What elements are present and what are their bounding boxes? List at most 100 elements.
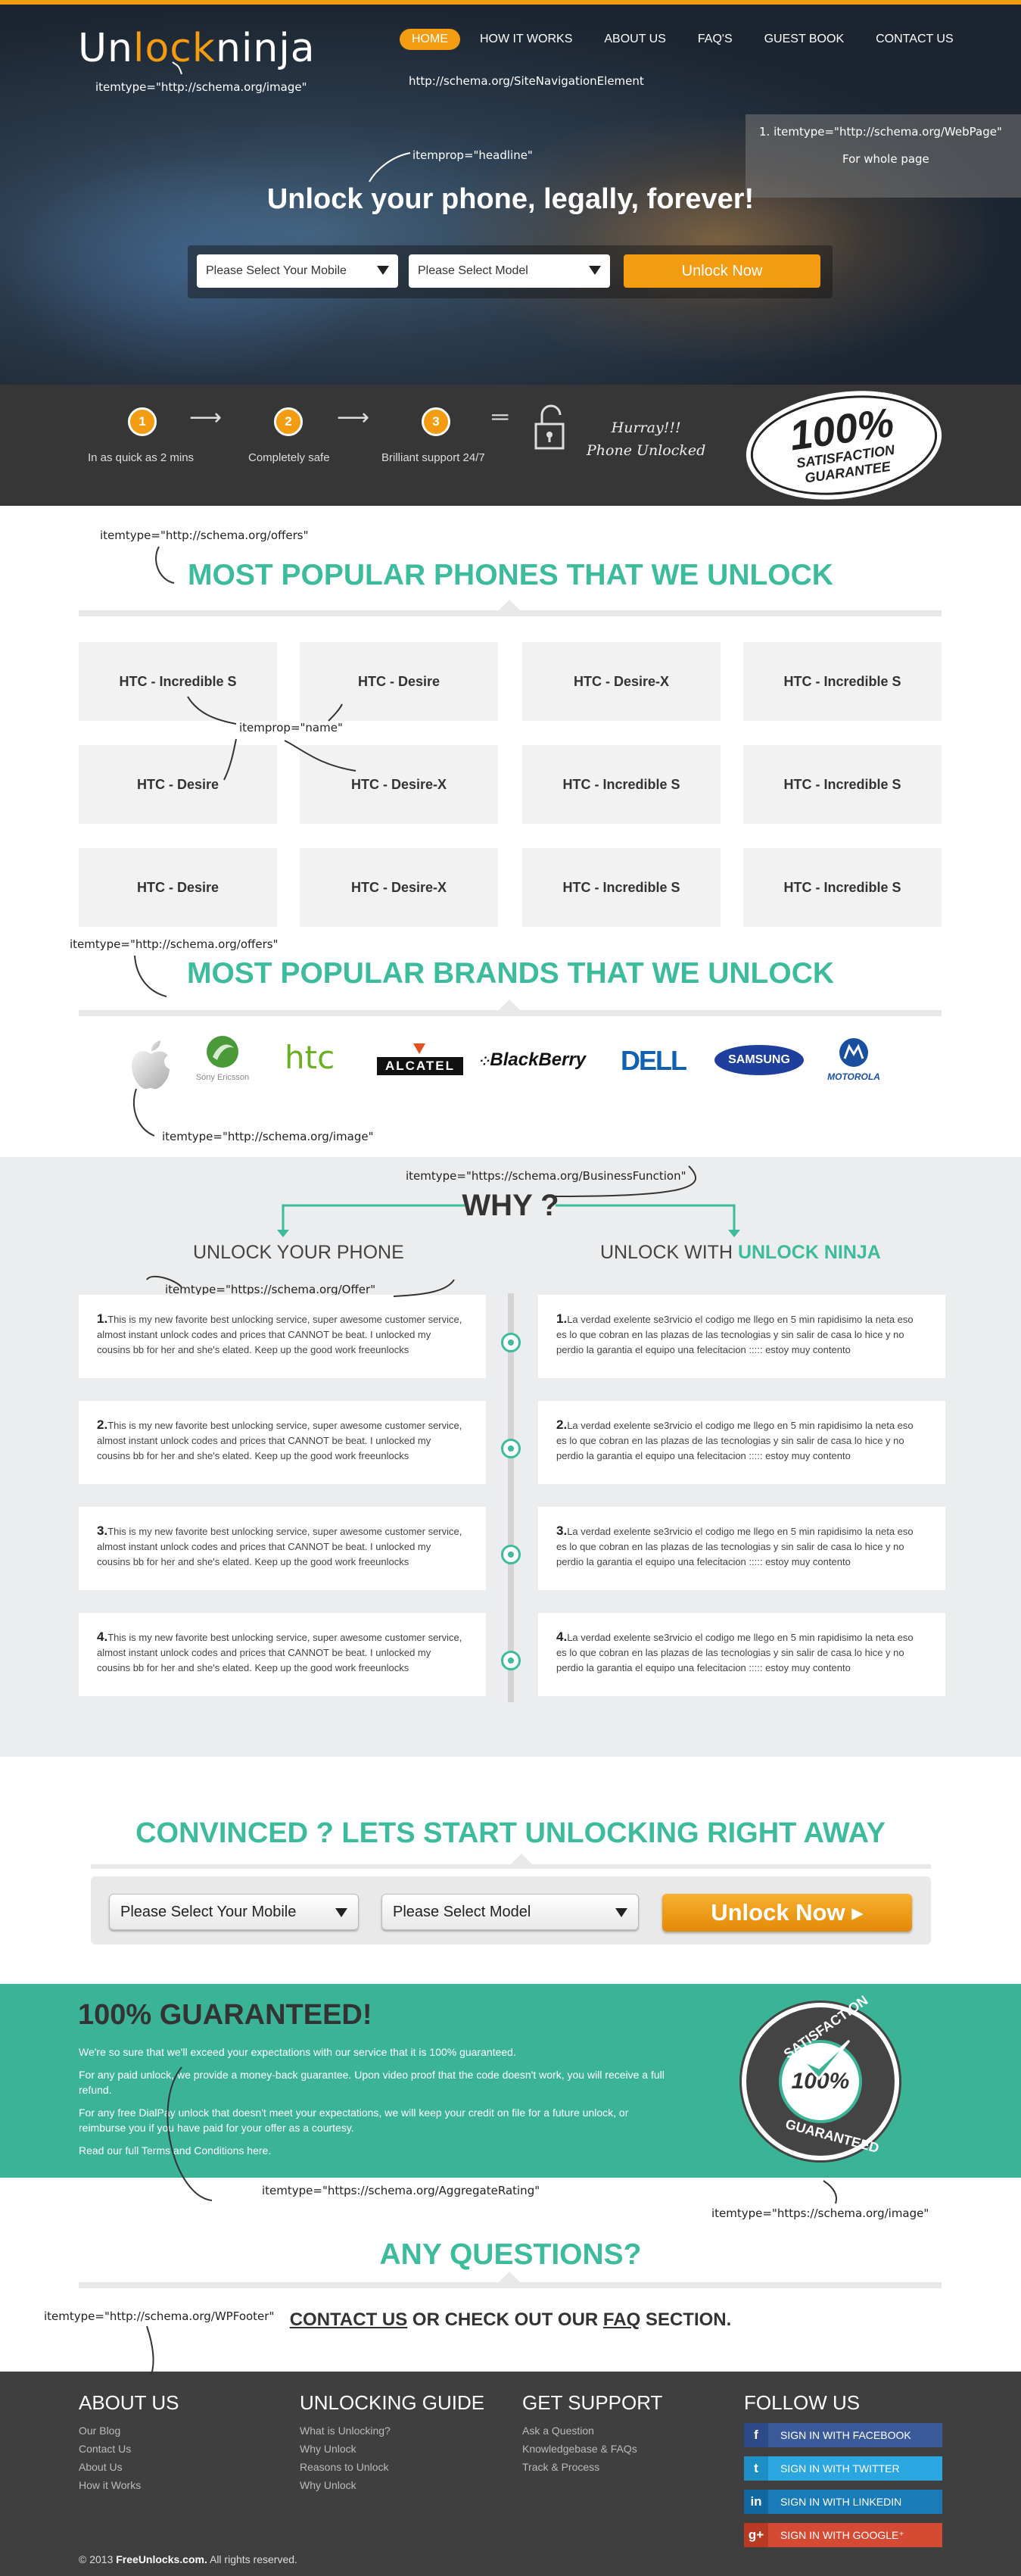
- satisfaction-seal: SATISFACTION 100% GUARANTEED: [742, 1992, 899, 2160]
- equals-icon: ═: [492, 404, 509, 429]
- phones-section-title: MOST POPULAR PHONES THAT WE UNLOCK: [188, 559, 833, 591]
- phone-card[interactable]: HTC - Incredible S: [522, 848, 721, 927]
- annotation-name: itemprop="name": [239, 721, 343, 734]
- alcatel-triangle-icon: [413, 1043, 425, 1054]
- nav-about-us[interactable]: ABOUT US: [592, 29, 678, 50]
- footer-link[interactable]: About Us: [79, 2461, 123, 2473]
- convinced-search-bar: Please Select Your Mobile Please Select …: [91, 1876, 931, 1944]
- section-divider: [79, 1000, 942, 1016]
- guarantee-text: reimburse you if you have paid for your …: [79, 2122, 354, 2134]
- testimonial-text: es lo que cobran en las plazas de las te…: [556, 1329, 904, 1340]
- annotation-webpage: 1. itemtype="http://schema.org/WebPage": [759, 125, 1002, 139]
- guarantee-text: For any paid unlock, we provide a money-…: [79, 2069, 665, 2081]
- samsung-logo[interactable]: SAMSUNG: [714, 1045, 804, 1075]
- unlock-now-button[interactable]: Unlock Now ▸: [662, 1894, 912, 1932]
- linkedin-signin-button[interactable]: in SIGN IN WITH LINKEDIN: [744, 2490, 942, 2514]
- arrow-seal: [823, 2180, 837, 2204]
- nav-guest-book[interactable]: GUEST BOOK: [752, 29, 857, 50]
- unlock-now-button[interactable]: Unlock Now: [624, 254, 820, 288]
- contact-line-text: SECTION.: [640, 2309, 732, 2330]
- step-number: 1: [128, 407, 157, 436]
- nav-how-it-works[interactable]: HOW IT WORKS: [468, 29, 584, 50]
- why-left-heading: UNLOCK YOUR PHONE: [193, 1242, 404, 1263]
- phone-card[interactable]: HTC - Incredible S: [743, 848, 942, 927]
- section-divider: [91, 1854, 931, 1869]
- contact-us-link[interactable]: CONTACT US: [290, 2309, 408, 2330]
- mobile-select[interactable]: Please Select Your Mobile: [197, 254, 398, 288]
- footer-link[interactable]: Reasons to Unlock: [300, 2461, 389, 2473]
- arrow-brand-image: [133, 1088, 155, 1137]
- google-signin-button[interactable]: g+ SIGN IN WITH GOOGLE⁺: [744, 2523, 942, 2547]
- sony-ericsson-logo[interactable]: Sony Ericsson: [192, 1034, 253, 1082]
- terms-link[interactable]: Read our full Terms and Conditions here.: [79, 2143, 722, 2158]
- dell-logo[interactable]: DELL: [621, 1045, 687, 1077]
- testimonial-left: 3.This is my new favorite best unlocking…: [79, 1507, 486, 1590]
- facebook-signin-button[interactable]: f SIGN IN WITH FACEBOOK: [744, 2423, 942, 2447]
- guarantee-paragraph: For any paid unlock, we provide a money-…: [79, 2067, 722, 2097]
- testimonial-text: This is my new favorite best unlocking s…: [107, 1526, 462, 1537]
- linkedin-icon: in: [744, 2490, 768, 2514]
- footer-link[interactable]: How it Works: [79, 2479, 141, 2491]
- testimonial-text: This is my new favorite best unlocking s…: [107, 1314, 462, 1325]
- footer-link[interactable]: Why Unlock: [300, 2479, 356, 2491]
- model-select[interactable]: Please Select Model: [381, 1894, 639, 1930]
- testimonial-text: es lo que cobran en las plazas de las te…: [556, 1435, 904, 1446]
- hero-search-bar: Please Select Your Mobile Please Select …: [188, 245, 833, 298]
- footer-guide-title: UNLOCKING GUIDE: [300, 2391, 485, 2414]
- why-title: WHY ?: [462, 1189, 559, 1222]
- phone-card[interactable]: HTC - Incredible S: [522, 745, 721, 824]
- site-logo[interactable]: Unlockninja: [78, 26, 316, 71]
- satisfaction-guarantee-badge: 100% SATISFACTION GUARANTEE: [739, 379, 949, 512]
- step-label: Brilliant support 24/7: [381, 451, 485, 464]
- model-select[interactable]: Please Select Model: [409, 254, 610, 288]
- apple-logo-icon[interactable]: [127, 1039, 174, 1092]
- phone-card[interactable]: HTC - Incredible S: [79, 642, 277, 721]
- htc-logo[interactable]: htc: [285, 1039, 335, 1076]
- phone-card[interactable]: HTC - Incredible S: [743, 642, 942, 721]
- guarantee-title: 100% GUARANTEED!: [78, 1999, 372, 2031]
- why-right-heading: UNLOCK WITH UNLOCK NINJA: [600, 1242, 881, 1264]
- annotation-headline: itemprop="headline": [412, 148, 533, 162]
- brand-name: MOTOROLA: [827, 1071, 880, 1082]
- phone-card[interactable]: HTC - Desire-X: [300, 848, 498, 927]
- footer-link[interactable]: Knowledgebase & FAQs: [522, 2443, 637, 2455]
- phone-card[interactable]: HTC - Desire-X: [300, 745, 498, 824]
- phone-card[interactable]: HTC - Desire: [79, 848, 277, 927]
- nav-contact-us[interactable]: CONTACT US: [864, 29, 966, 50]
- social-label: SIGN IN WITH LINKEDIN: [780, 2496, 902, 2508]
- brand-name: BlackBerry: [490, 1049, 587, 1070]
- phone-card[interactable]: HTC - Desire: [79, 745, 277, 824]
- guarantee-text: refund.: [79, 2084, 112, 2096]
- motorola-logo[interactable]: MOTOROLA: [817, 1037, 890, 1082]
- hurray-text: Hurray!!! Phone Unlocked: [587, 416, 705, 462]
- footer-link[interactable]: Contact Us: [79, 2443, 131, 2455]
- testimonial-text: cousins bb for her and she's elated. Kee…: [97, 1556, 409, 1567]
- testimonial-number: 1.: [556, 1311, 568, 1326]
- section-divider: [79, 2272, 942, 2288]
- contact-line-text: OR CHECK OUT OUR: [407, 2309, 603, 2330]
- testimonial-text: perdio la garantia el equipo una felecit…: [556, 1450, 851, 1461]
- section-divider: [79, 600, 942, 616]
- nav-home[interactable]: HOME: [400, 29, 460, 50]
- blackberry-logo[interactable]: ⁘BlackBerry: [480, 1049, 586, 1071]
- brands-section-title: MOST POPULAR BRANDS THAT WE UNLOCK: [186, 957, 835, 990]
- testimonial-text: almost instant unlock codes and prices t…: [97, 1647, 431, 1658]
- chevron-down-icon: [377, 266, 389, 275]
- sony-ericsson-icon: [207, 1036, 238, 1068]
- phone-card[interactable]: HTC - Desire-X: [522, 642, 721, 721]
- copyright: © 2013 FreeUnlocks.com. All rights reser…: [79, 2553, 297, 2565]
- phone-card[interactable]: HTC - Incredible S: [743, 745, 942, 824]
- footer-link[interactable]: Our Blog: [79, 2425, 120, 2437]
- testimonial-text: This is my new favorite best unlocking s…: [107, 1420, 462, 1431]
- footer-link[interactable]: Track & Process: [522, 2461, 599, 2473]
- footer-link[interactable]: Ask a Question: [522, 2425, 594, 2437]
- nav-faqs[interactable]: FAQ'S: [686, 29, 745, 50]
- twitter-signin-button[interactable]: t SIGN IN WITH TWITTER: [744, 2456, 942, 2481]
- footer-link[interactable]: Why Unlock: [300, 2443, 356, 2455]
- faq-link[interactable]: FAQ: [603, 2309, 640, 2330]
- mobile-select[interactable]: Please Select Your Mobile: [109, 1894, 359, 1930]
- social-label: SIGN IN WITH FACEBOOK: [780, 2429, 911, 2441]
- footer-link[interactable]: What is Unlocking?: [300, 2425, 391, 2437]
- facebook-icon: f: [744, 2423, 768, 2447]
- phone-card[interactable]: HTC - Desire: [300, 642, 498, 721]
